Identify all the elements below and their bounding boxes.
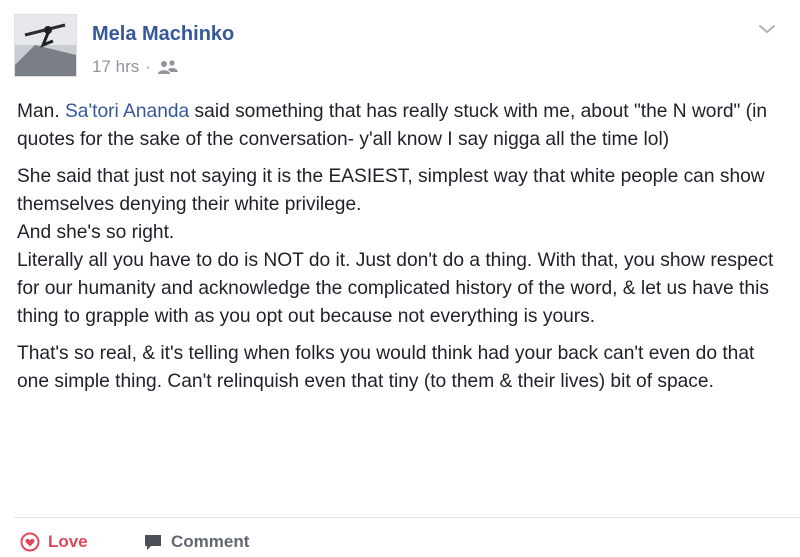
heart-outline-icon <box>20 532 40 552</box>
comment-button[interactable]: Comment <box>143 532 249 552</box>
facebook-post: Mela Machinko 17 hrs · Man. Sa'tori Anan… <box>0 0 800 555</box>
text-line: And she's so right. <box>17 222 175 243</box>
friends-icon[interactable] <box>157 59 179 75</box>
avatar-photo <box>15 15 76 76</box>
text-run: Man. <box>17 101 65 122</box>
speech-bubble-icon <box>143 532 163 552</box>
post-paragraph: Man. Sa'tori Ananda said something that … <box>17 98 783 154</box>
love-button[interactable]: Love <box>20 532 88 552</box>
text-line: Literally all you have to do is NOT do i… <box>17 250 774 327</box>
text-line: She said that just not saying it is the … <box>17 166 765 215</box>
meta-separator: · <box>145 57 151 76</box>
post-meta: 17 hrs · <box>92 57 179 77</box>
post-content: Man. Sa'tori Ananda said something that … <box>17 98 783 405</box>
comment-label: Comment <box>171 532 250 551</box>
post-paragraph: That's so real, & it's telling when folk… <box>17 343 755 392</box>
chevron-down-icon[interactable] <box>757 22 777 36</box>
divider <box>14 517 800 518</box>
author-name[interactable]: Mela Machinko <box>92 23 234 46</box>
avatar[interactable] <box>14 14 77 77</box>
mention-link[interactable]: Sa'tori Ananda <box>65 101 189 122</box>
post-paragraph: She said that just not saying it is the … <box>17 163 783 331</box>
post-timestamp[interactable]: 17 hrs <box>92 57 139 77</box>
love-label: Love <box>48 532 88 551</box>
